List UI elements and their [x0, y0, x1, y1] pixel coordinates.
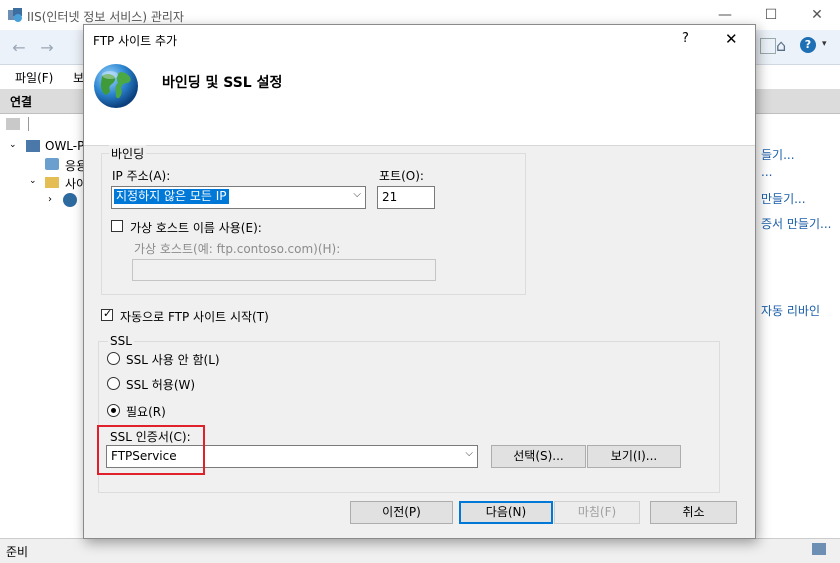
connect-icon[interactable] — [6, 118, 20, 130]
iis-app-icon — [7, 7, 23, 26]
back-arrow-icon[interactable]: ← — [6, 37, 32, 59]
status-text: 준비 — [6, 545, 29, 559]
virtual-host-checkbox-label: 가상 호스트 이름 사용(E): — [130, 221, 262, 235]
next-button[interactable]: 다음(N) — [459, 501, 553, 524]
help-dropdown-icon[interactable]: ▾ — [822, 39, 827, 49]
dialog-close-button[interactable]: ✕ — [725, 30, 738, 48]
cancel-button[interactable]: 취소 — [650, 501, 737, 524]
port-label: 포트(O): — [379, 169, 424, 183]
action-link-5[interactable]: 자동 리바인 — [761, 302, 820, 319]
status-icon — [812, 543, 826, 555]
ssl-require-label: 필요(R) — [126, 405, 166, 419]
ssl-none-label: SSL 사용 안 함(L) — [126, 353, 220, 367]
window-close-button[interactable]: ✕ — [794, 0, 840, 30]
help-button[interactable]: ? — [682, 31, 689, 46]
add-ftp-site-dialog: FTP 사이트 추가 ? ✕ 바인딩 및 SSL 설정 바인딩 IP 주소(A)… — [83, 24, 756, 539]
server-icon — [26, 140, 40, 152]
action-link-2[interactable]: ... — [761, 165, 772, 179]
check-icon: ✓ — [103, 307, 113, 320]
iis-window-title: IIS(인터넷 정보 서비스) 관리자 — [27, 10, 184, 24]
virtual-host-checkbox[interactable] — [111, 220, 123, 232]
connections-header: 연결 — [0, 89, 84, 114]
virtual-host-input[interactable] — [132, 259, 436, 281]
site-globe-icon — [63, 193, 77, 207]
port-input[interactable]: 21 — [377, 186, 435, 209]
forward-arrow-icon[interactable]: → — [34, 37, 60, 59]
connections-title: 연결 — [10, 95, 33, 109]
status-bar: 준비 — [0, 538, 840, 563]
action-link-1[interactable]: 들기... — [761, 146, 795, 163]
folder-icon — [45, 177, 59, 188]
action-link-4[interactable]: 증서 만들기... — [761, 215, 831, 232]
stop-icon[interactable] — [760, 38, 776, 54]
tree-server[interactable]: OWL-P — [45, 139, 84, 153]
action-link-3[interactable]: 만들기... — [761, 190, 806, 207]
ssl-select-button[interactable]: 선택(S)... — [491, 445, 586, 468]
tree-expand-sites-icon[interactable]: ⌄ — [29, 176, 37, 186]
auto-start-label: 자동으로 FTP 사이트 시작(T) — [120, 310, 269, 324]
app-pool-icon — [45, 158, 59, 170]
toolbar-divider — [28, 117, 29, 131]
dialog-title: FTP 사이트 추가 — [93, 34, 178, 48]
chevron-down-icon: ⌵ — [465, 448, 473, 459]
tree-expand-icon[interactable]: › — [48, 194, 52, 205]
tree-collapse-icon[interactable]: ⌄ — [9, 140, 17, 150]
ip-address-value: 지정하지 않은 모든 IP — [114, 189, 229, 204]
dialog-heading: 바인딩 및 SSL 설정 — [162, 75, 283, 91]
highlight-box — [97, 425, 205, 475]
globe-icon — [94, 64, 138, 108]
ssl-view-button[interactable]: 보기(I)... — [587, 445, 681, 468]
help-icon[interactable]: ? — [800, 37, 816, 53]
chevron-down-icon: ⌵ — [353, 189, 361, 200]
dialog-header: 바인딩 및 SSL 설정 — [84, 53, 755, 146]
ssl-none-radio[interactable] — [107, 352, 120, 365]
actions-header — [755, 89, 840, 114]
port-value: 21 — [382, 190, 398, 204]
ip-address-label: IP 주소(A): — [112, 169, 171, 183]
prev-button[interactable]: 이전(P) — [350, 501, 453, 524]
ssl-legend: SSL — [108, 334, 134, 348]
binding-legend: 바인딩 — [109, 145, 147, 162]
virtual-host-label: 가상 호스트(예: ftp.contoso.com)(H): — [134, 242, 341, 256]
finish-button[interactable]: 마침(F) — [554, 501, 640, 524]
auto-start-checkbox[interactable]: ✓ — [101, 307, 113, 321]
dialog-titlebar: FTP 사이트 추가 ? ✕ — [84, 25, 755, 53]
ssl-allow-radio[interactable] — [107, 377, 120, 390]
ip-address-dropdown[interactable]: 지정하지 않은 모든 IP ⌵ — [111, 186, 366, 209]
menu-file[interactable]: 파일(F) — [15, 69, 53, 86]
ssl-allow-label: SSL 허용(W) — [126, 378, 196, 392]
ssl-require-radio[interactable] — [107, 404, 120, 417]
radio-dot-icon — [111, 408, 116, 413]
home-icon[interactable]: ⌂ — [776, 36, 786, 55]
